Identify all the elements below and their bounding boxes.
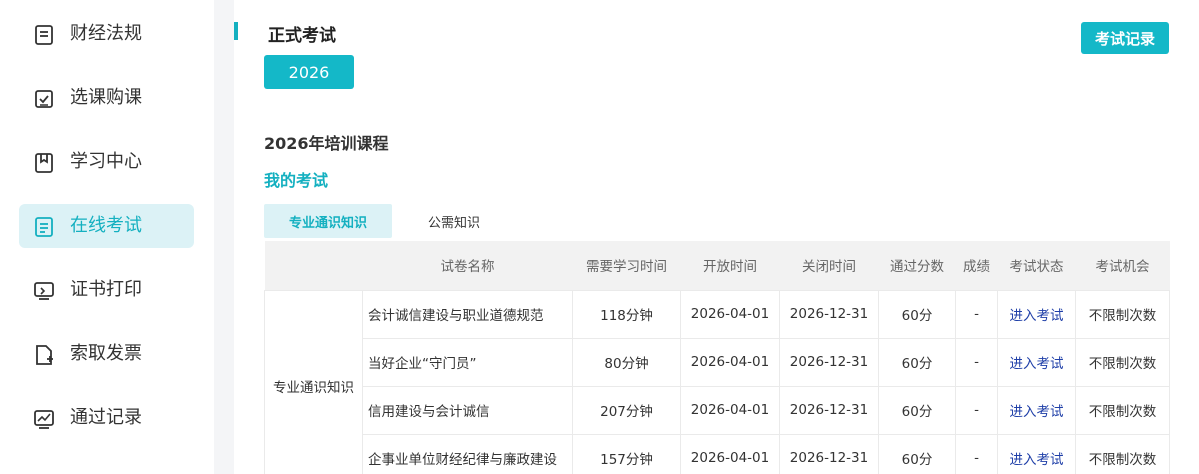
sidebar-item-finance-regulations[interactable]: 财经法规 — [19, 12, 194, 56]
table-row: 专业通识知识 会计诚信建设与职业道德规范 118分钟 2026-04-01 20… — [264, 289, 1170, 474]
close-time-cell: 2026-12-31 — [779, 385, 879, 435]
close-time-cell: 2026-12-31 — [779, 289, 879, 339]
sidebar-item-certificate-print[interactable]: 证书打印 — [19, 268, 194, 312]
book-icon — [33, 152, 55, 174]
close-time-cell: 2026-12-31 — [779, 337, 879, 387]
chances-cell: 不限制次数 — [1075, 337, 1170, 387]
open-time-cell: 2026-04-01 — [680, 433, 780, 474]
pass-score-cell: 60分 — [878, 337, 956, 387]
chances-cell: 不限制次数 — [1075, 385, 1170, 435]
invoice-add-icon — [33, 344, 55, 366]
group-cell: 专业通识知识 — [264, 289, 363, 474]
study-time-cell: 157分钟 — [572, 433, 681, 474]
pass-score-cell: 60分 — [878, 385, 956, 435]
score-cell: - — [955, 337, 998, 387]
column-header-name: 试卷名称 — [362, 241, 573, 290]
sidebar-item-label: 学习中心 — [70, 151, 142, 172]
column-header-group — [264, 241, 363, 290]
year-button[interactable]: 2026 — [264, 55, 354, 89]
document-icon — [33, 24, 55, 46]
open-time-cell: 2026-04-01 — [680, 385, 780, 435]
exam-name-cell: 当好企业“守门员” — [362, 337, 573, 387]
exam-record-button[interactable]: 考试记录 — [1081, 22, 1169, 54]
tab-public-knowledge[interactable]: 公需知识 — [406, 204, 502, 238]
table-row: 信用建设与会计诚信 207分钟 2026-04-01 2026-12-31 60… — [265, 385, 1170, 435]
score-cell: - — [955, 289, 998, 339]
page-title: 正式考试 — [268, 26, 336, 46]
exam-name-cell: 信用建设与会计诚信 — [362, 385, 573, 435]
sidebar: 财经法规 选课购课 学习中心 在线考试 证书打印 索取发票 通过记录 — [0, 0, 214, 474]
score-cell: - — [955, 385, 998, 435]
tab-professional-knowledge[interactable]: 专业通识知识 — [264, 204, 392, 238]
sidebar-item-learning-center[interactable]: 学习中心 — [19, 140, 194, 184]
pass-score-cell: 60分 — [878, 433, 956, 474]
exam-paper-icon — [33, 216, 55, 238]
sidebar-item-label: 在线考试 — [70, 215, 142, 236]
column-header-score: 成绩 — [955, 241, 998, 290]
monitor-print-icon — [33, 280, 55, 302]
sidebar-item-course-purchase[interactable]: 选课购课 — [19, 76, 194, 120]
enter-exam-link[interactable]: 进入考试 — [997, 289, 1076, 339]
exam-name-cell: 企事业单位财经纪律与廉政建设 — [362, 433, 573, 474]
column-header-open-time: 开放时间 — [680, 241, 780, 290]
chart-icon — [33, 408, 55, 430]
my-exam-heading: 我的考试 — [264, 171, 329, 190]
sidebar-item-label: 证书打印 — [70, 279, 142, 300]
sidebar-item-label: 通过记录 — [70, 407, 142, 428]
study-time-cell: 207分钟 — [572, 385, 681, 435]
enter-exam-link[interactable]: 进入考试 — [997, 433, 1076, 474]
sidebar-item-online-exam[interactable]: 在线考试 — [19, 204, 194, 248]
sidebar-divider — [214, 0, 234, 474]
column-header-study-time: 需要学习时间 — [572, 241, 681, 290]
sidebar-item-label: 财经法规 — [70, 23, 142, 44]
column-header-status: 考试状态 — [997, 241, 1076, 290]
column-header-close-time: 关闭时间 — [779, 241, 879, 290]
sidebar-item-label: 选课购课 — [70, 87, 142, 108]
column-header-pass-score: 通过分数 — [878, 241, 956, 290]
exam-name-cell: 会计诚信建设与职业道德规范 — [362, 289, 573, 339]
score-cell: - — [955, 433, 998, 474]
close-time-cell: 2026-12-31 — [779, 433, 879, 474]
enter-exam-link[interactable]: 进入考试 — [997, 385, 1076, 435]
checkbox-icon — [33, 88, 55, 110]
open-time-cell: 2026-04-01 — [680, 337, 780, 387]
table-row: 企事业单位财经纪律与廉政建设 157分钟 2026-04-01 2026-12-… — [265, 433, 1170, 474]
table-header-row: 试卷名称 需要学习时间 开放时间 关闭时间 通过分数 成绩 考试状态 考试机会 — [264, 241, 1170, 290]
section-title: 2026年培训课程 — [264, 134, 389, 153]
table-row: 当好企业“守门员” 80分钟 2026-04-01 2026-12-31 60分… — [265, 337, 1170, 387]
study-time-cell: 118分钟 — [572, 289, 681, 339]
chances-cell: 不限制次数 — [1075, 433, 1170, 474]
column-header-chances: 考试机会 — [1075, 241, 1170, 290]
study-time-cell: 80分钟 — [572, 337, 681, 387]
chances-cell: 不限制次数 — [1075, 289, 1170, 339]
enter-exam-link[interactable]: 进入考试 — [997, 337, 1076, 387]
title-accent-bar — [234, 22, 238, 40]
sidebar-item-label: 索取发票 — [70, 343, 142, 364]
open-time-cell: 2026-04-01 — [680, 289, 780, 339]
sidebar-item-request-invoice[interactable]: 索取发票 — [19, 332, 194, 376]
pass-score-cell: 60分 — [878, 289, 956, 339]
exam-table: 试卷名称 需要学习时间 开放时间 关闭时间 通过分数 成绩 考试状态 考试机会 … — [264, 241, 1170, 474]
sidebar-item-pass-records[interactable]: 通过记录 — [19, 396, 194, 440]
